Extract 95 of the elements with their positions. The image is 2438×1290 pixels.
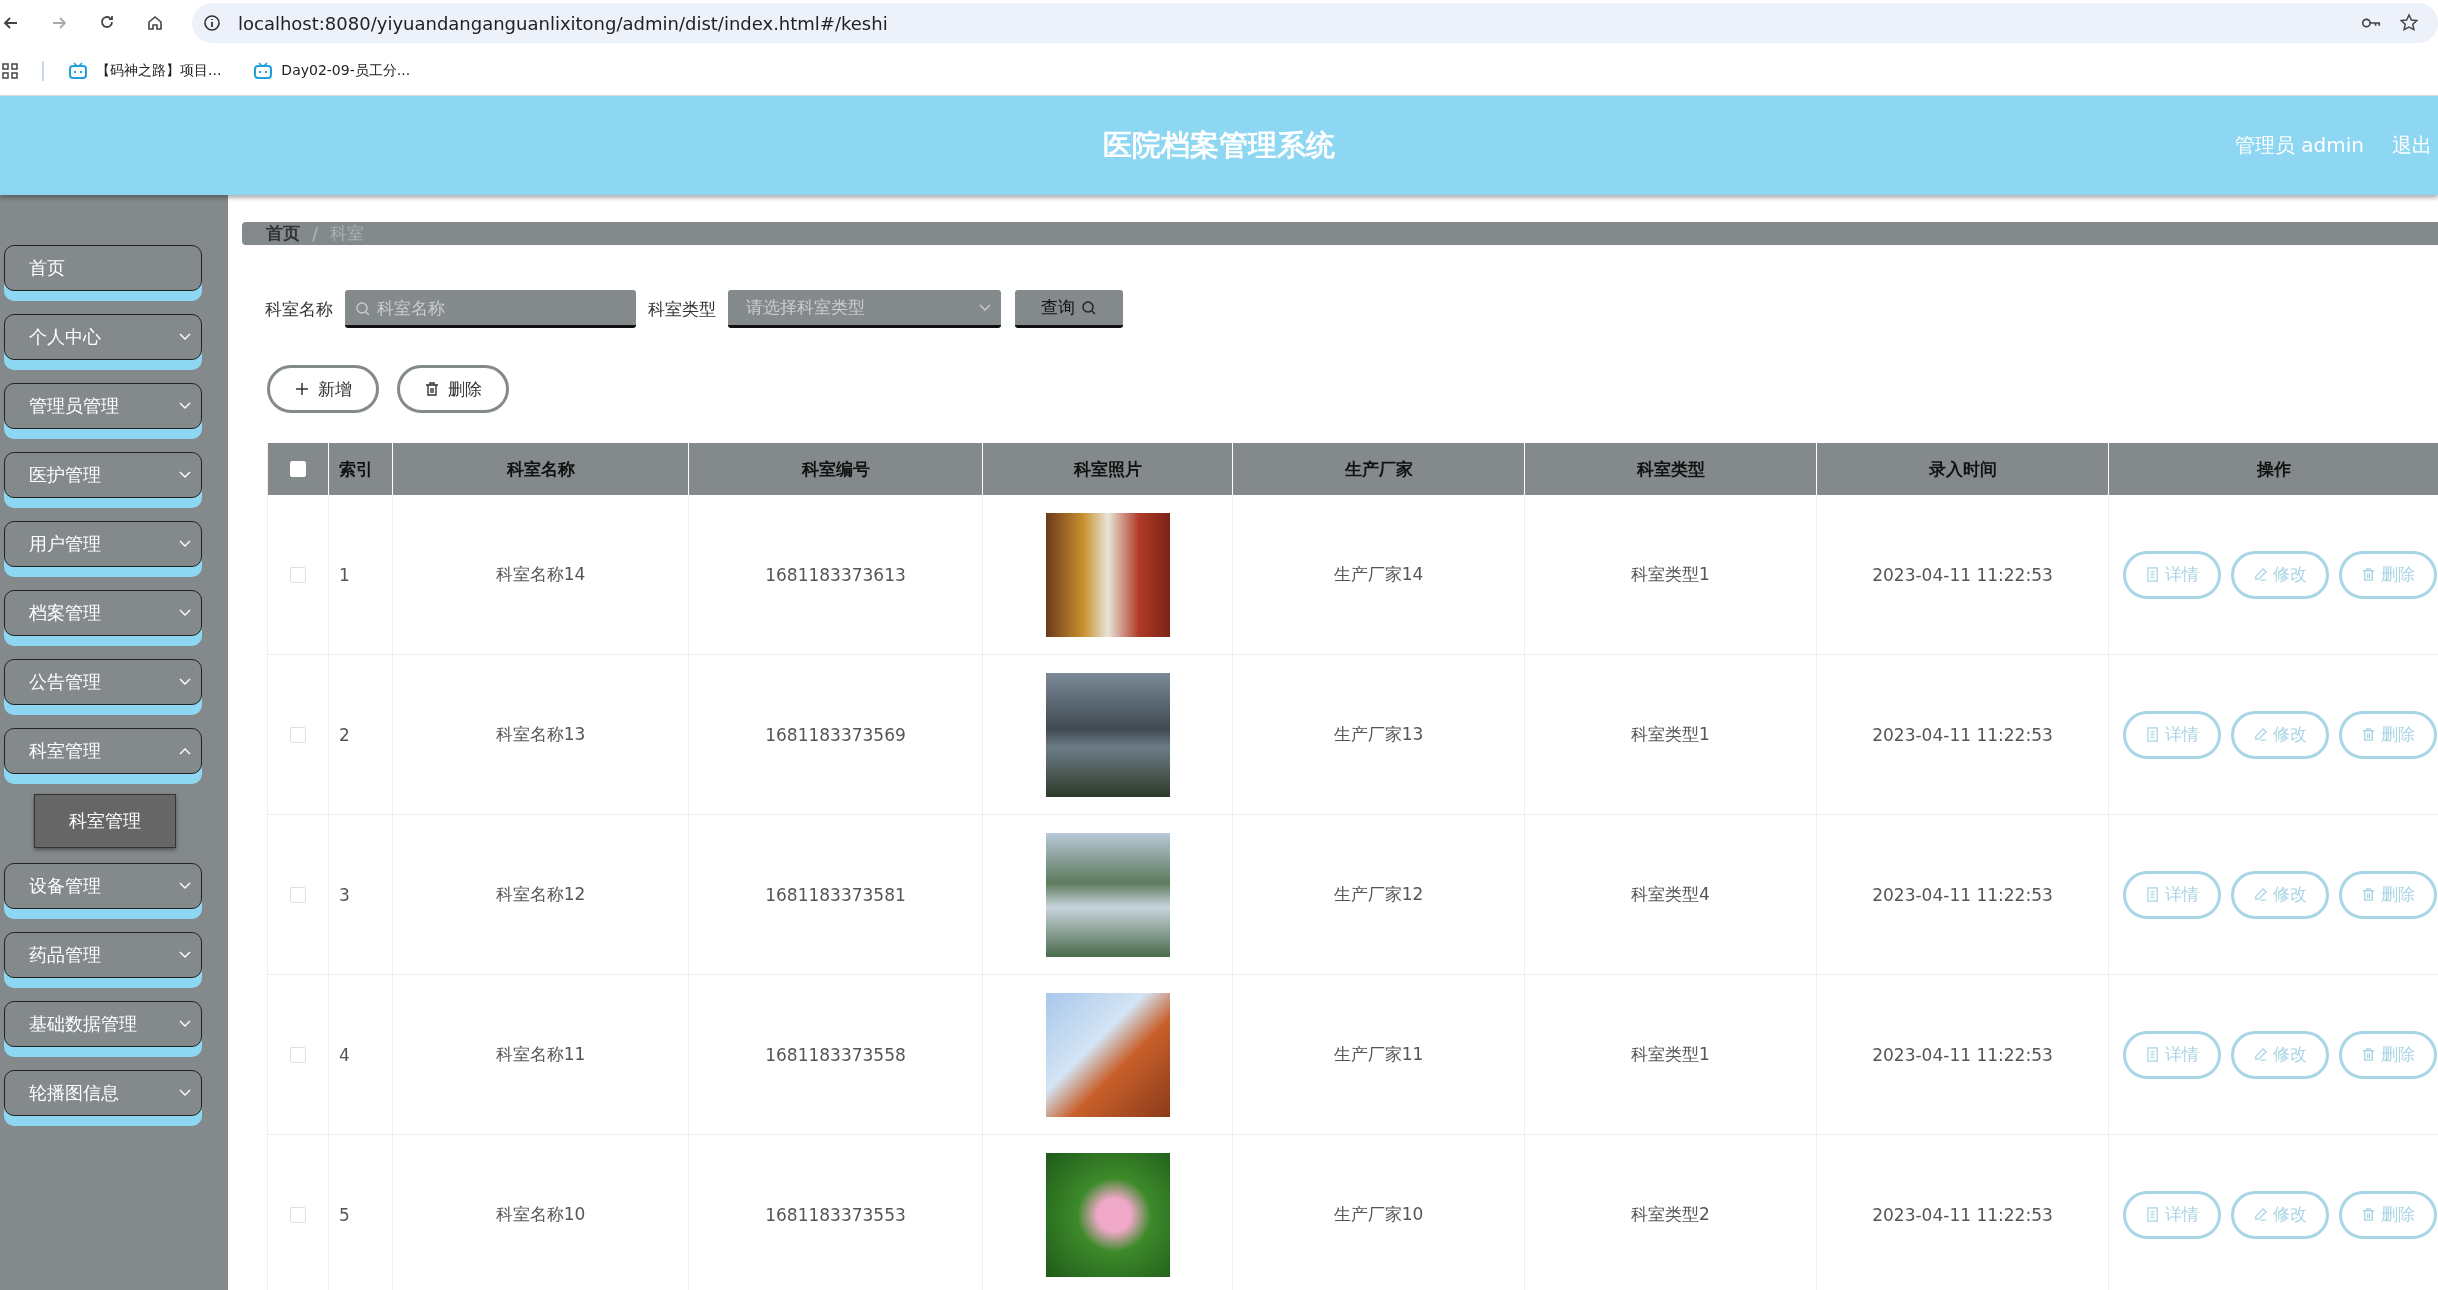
column-header: 科室名称 [392,443,688,495]
document-icon [2145,1047,2160,1062]
table-cell: 2023-04-11 11:22:53 [1872,724,2053,745]
table-cell: 科室名称11 [495,1043,586,1066]
plus-icon [294,381,310,397]
table-cell: 科室名称10 [495,1203,586,1226]
row-checkbox[interactable] [290,886,306,903]
trash-icon [2361,727,2376,742]
trash-icon [2361,1207,2376,1222]
column-header: 科室照片 [982,443,1232,495]
table-cell: 生产厂家12 [1333,883,1424,906]
breadcrumb-separator: / [312,223,319,244]
table-cell: 1681183373569 [765,724,906,745]
table-cell: 科室类型4 [1631,883,1710,906]
address-bar[interactable]: localhost:8080/yiyuandanganguanlixitong/admin/dist/index.html#/keshi [192,3,2438,43]
table-cell: 生产厂家13 [1333,723,1424,746]
table-cell: 科室名称13 [495,723,586,746]
chevron-icon [179,540,191,548]
delete-button[interactable]: 删除 [397,365,509,413]
pencil-icon [2253,1207,2268,1222]
table-cell: 5 [339,1204,350,1225]
query-button[interactable]: 查询 [1015,290,1123,328]
user-name: 管理员 admin [2234,132,2364,159]
bookmark[interactable]: 【码神之路】项目... [68,61,222,80]
search-field[interactable]: 科室名称 [345,290,636,328]
column-header: 索引 [328,443,392,495]
pencil-icon [2253,727,2268,742]
table-cell: 2 [339,724,350,745]
chevron-icon [179,1020,191,1028]
row-checkbox[interactable] [290,1046,306,1063]
chevron-icon [179,882,191,890]
trash-icon [2361,887,2376,902]
table-cell: 2023-04-11 11:22:53 [1872,564,2053,585]
table-cell: 科室名称14 [495,563,586,586]
table-cell: 3 [339,884,350,905]
column-header: 生产厂家 [1232,443,1524,495]
table-cell: 科室类型2 [1631,1203,1710,1226]
trash-icon [2361,567,2376,582]
chevron-icon [179,747,191,755]
column-header: 录入时间 [1816,443,2108,495]
apps-icon[interactable] [2,62,18,79]
chevron-icon [179,402,191,410]
filter-label: 科室名称 [265,297,333,321]
select-all-checkbox[interactable] [290,461,306,477]
type-select[interactable]: 请选择科室类型 [728,290,1001,328]
document-icon [2145,727,2160,742]
chevron-icon [179,471,191,479]
column-header: 操作 [2108,443,2438,495]
breadcrumb-item[interactable]: 首页 [266,222,300,245]
column-header: 科室编号 [688,443,982,495]
table-cell: 1681183373558 [765,1044,906,1065]
bookmark[interactable]: Day02-09-员工分... [253,61,411,80]
chevron-icon [979,303,991,312]
table-cell: 1681183373553 [765,1204,906,1225]
table-cell: 2023-04-11 11:22:53 [1872,1044,2053,1065]
table-cell: 科室类型1 [1631,563,1710,586]
tv-icon [68,61,88,80]
tv-icon [253,61,274,80]
table-cell: 2023-04-11 11:22:53 [1872,884,2053,905]
document-icon [2145,887,2160,902]
table-cell: 1 [339,564,350,585]
row-checkbox[interactable] [290,566,306,583]
filter-label: 科室类型 [648,297,716,321]
column-header: 科室类型 [1524,443,1816,495]
add-button[interactable]: 新增 [267,365,379,413]
table-cell: 科室类型1 [1631,1043,1710,1066]
document-icon [2145,1207,2160,1222]
chevron-icon [179,1089,191,1097]
info-icon [202,13,222,33]
table-cell: 2023-04-11 11:22:53 [1872,1204,2053,1225]
trash-icon [2361,1047,2376,1062]
row-checkbox[interactable] [290,726,306,743]
chevron-icon [179,609,191,617]
document-icon [2145,567,2160,582]
table-cell: 1681183373581 [765,884,906,905]
chevron-icon [179,333,191,341]
row-checkbox[interactable] [290,1206,306,1223]
table-cell: 生产厂家10 [1333,1203,1424,1226]
table-cell: 科室类型1 [1631,723,1710,746]
chevron-icon [179,951,191,959]
submenu-item[interactable]: 科室管理 [34,794,176,848]
pencil-icon [2253,567,2268,582]
table-cell: 科室名称12 [495,883,586,906]
app-title: 医院档案管理系统 [1103,126,1335,164]
star-icon[interactable] [2398,13,2420,33]
trash-icon [424,381,440,397]
search-icon [1081,299,1097,316]
chevron-icon [179,678,191,686]
table-cell: 4 [339,1044,350,1065]
table-cell: 生产厂家14 [1333,563,1424,586]
table-cell: 1681183373613 [765,564,906,585]
pencil-icon [2253,887,2268,902]
search-icon [355,301,371,317]
table-cell: 生产厂家11 [1333,1043,1424,1066]
pencil-icon [2253,1047,2268,1062]
